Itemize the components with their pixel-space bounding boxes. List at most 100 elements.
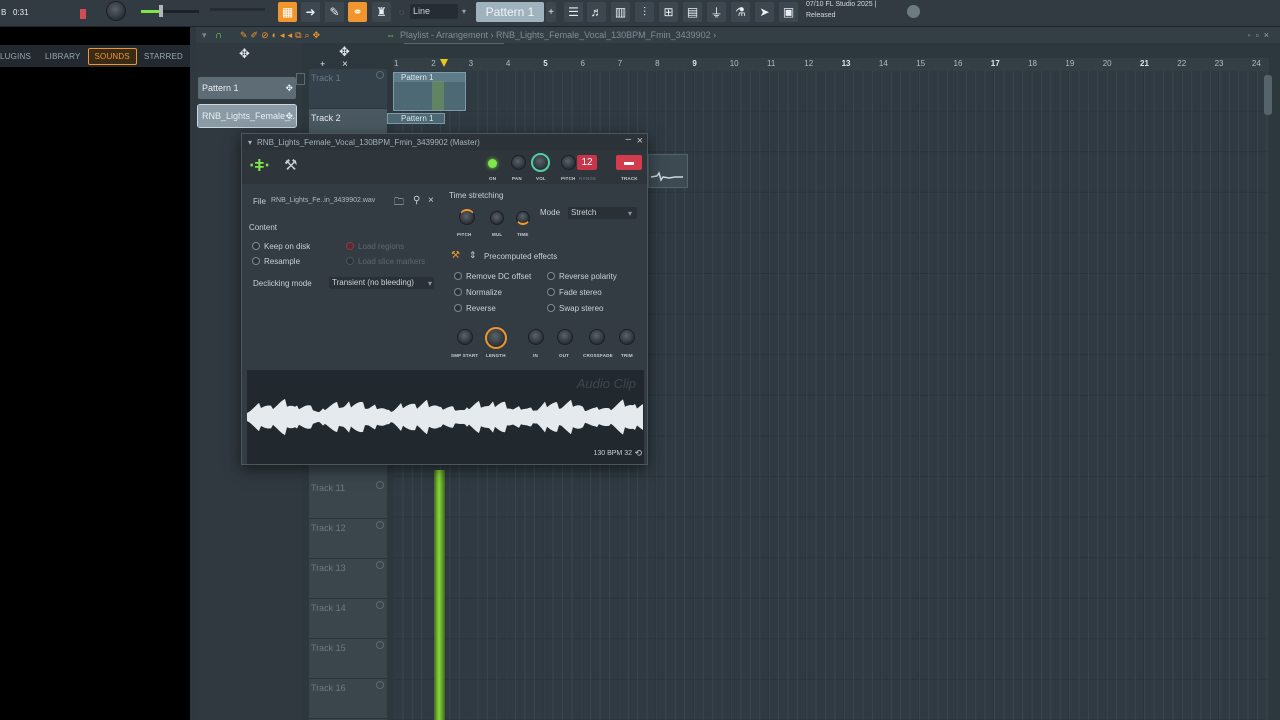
mode-select[interactable]: Stretch [568,207,637,219]
ts-time-knob[interactable] [516,211,530,225]
reverse-polarity-radio[interactable] [547,272,555,280]
pattern-clip[interactable]: Pattern 1 [393,72,466,111]
smp-start-knob[interactable] [457,329,473,345]
folder-icon[interactable]: 🗀 [394,195,404,212]
ruler-bar-number: 3 [468,59,474,68]
pin-icon[interactable]: ⚲ [413,195,420,206]
waveform [247,398,643,436]
link-icon[interactable]: ⚭ [348,2,367,22]
piano-icon[interactable]: ▦ [278,2,297,22]
volume-knob[interactable] [531,153,550,172]
load-regions-radio[interactable] [346,242,354,250]
tab-library[interactable]: LIBRARY [38,52,88,61]
tempo-icon[interactable]: ⚗ [731,2,750,22]
master-volume-knob[interactable] [106,1,126,21]
stamp-icon[interactable]: ♜ [372,2,391,22]
track-header[interactable]: Track 13 [309,559,387,599]
online-icon[interactable] [907,5,920,18]
tools-icons[interactable]: ✎✐⊘◐◂◂⧉⌕✥ [240,30,323,41]
add-icon[interactable]: + [320,59,325,69]
minimize-icon[interactable]: – [625,134,631,145]
arrow-down-icon[interactable]: ▾ [202,30,207,41]
window-controls[interactable]: ◦▫× [1247,30,1274,40]
ts-mul-knob[interactable] [490,211,504,225]
arrow-icon[interactable]: ➤ [755,2,774,22]
playlist-titlebar: ▾ ∩ ✎✐⊘◐◂◂⧉⌕✥ ⇔ Playlist - Arrangement ›… [196,27,1280,43]
vertical-scrollbar[interactable] [1264,75,1272,115]
arrows-icon[interactable]: ⇕ [469,250,477,261]
plugin-icon[interactable]: ⏚ [707,2,726,22]
mixer-icon[interactable]: ⫶ [635,2,654,22]
track-header[interactable]: Track 12 [309,519,387,559]
tab-plugins[interactable]: LUGINS [0,52,38,61]
menu-arrow-icon[interactable]: ▾ [248,138,252,147]
remove-dc-radio[interactable] [454,272,462,280]
pitch-label: PITCH [561,176,576,181]
close-icon[interactable]: × [637,135,643,147]
pattern-clip-2[interactable]: Pattern 1 [387,113,445,124]
track-header[interactable]: Track 11 [309,479,387,519]
snap-select[interactable]: Line [410,4,458,19]
tab-sounds[interactable]: SOUNDS [87,47,137,65]
normalize-radio[interactable] [454,288,462,296]
move-icon-2[interactable]: ✥ [339,44,350,60]
declicking-select[interactable]: Transient (no bleeding) [329,277,434,289]
play-arrow-icon[interactable]: ➜ [301,2,320,22]
load-slice-radio[interactable] [346,257,354,265]
ruler-bar-number: 1 [394,59,399,68]
mode-arrow-icon: ▾ [628,209,633,218]
crossfade-knob[interactable] [589,329,605,345]
audio-clip[interactable] [648,154,688,188]
pattern-selector[interactable]: Pattern 1 [476,2,544,22]
file-icon[interactable]: ▤ [683,2,702,22]
file-name[interactable]: RNB_Lights_Fe..in_3439902.wav [271,197,375,204]
draw-icon[interactable]: ✎ [325,2,344,22]
move-icon[interactable]: ✥ [239,46,250,62]
ts-pitch-knob[interactable] [459,209,475,225]
length-knob[interactable] [485,327,507,349]
loop-icon[interactable]: ⟲ [634,448,642,459]
select-arrow-icon: ▾ [428,279,433,288]
tab-starred[interactable]: STARRED [137,52,190,61]
in-knob[interactable] [528,329,544,345]
pitch-knob[interactable] [561,155,576,170]
fade-stereo-radio[interactable] [547,288,555,296]
piano-roll-icon[interactable]: ♬ [587,2,606,22]
wrench-icon[interactable]: ⚒ [284,156,297,174]
timeline-ruler[interactable]: 1 2 3 4 5 6 7 8 9 10 11 12 13 14 15 16 17 18 19 20 21 22 23 24 [393,58,1269,71]
scroll-marker[interactable] [404,43,504,53]
reverse-radio[interactable] [454,304,462,312]
keep-on-disk-radio[interactable] [252,242,260,250]
track-header[interactable]: Track 16 [309,679,387,719]
window-titlebar[interactable]: ▾ RNB_Lights_Female_Vocal_130BPM_Fmin_34… [242,134,647,150]
remove-file-icon[interactable]: × [428,195,434,206]
wrench-orange-icon[interactable]: ⚒ [451,250,460,261]
pattern-add-icon[interactable]: + [546,2,556,22]
snap-arrow-icon: ▾ [462,7,467,16]
recent-icon[interactable]: ▣ [779,2,798,22]
waveform-tab-icon[interactable]: ⋅ǂ⋅ [249,156,270,176]
pattern-item-audio[interactable]: RNB_Lights_Female_... ✥ [197,104,298,128]
range-value[interactable]: 12 [577,155,597,170]
magnet-icon[interactable]: ∩ [215,30,222,41]
track-header[interactable]: Track 14 [309,599,387,639]
time-prefix: B [1,8,7,17]
channel-rack-icon[interactable]: ▥ [611,2,630,22]
waveform-display[interactable]: Audio Clip 130 BPM 32 ⟲ [247,370,644,464]
resample-radio[interactable] [252,257,260,265]
track-button[interactable]: ▬ [616,155,642,170]
on-led[interactable] [488,159,497,168]
trim-knob[interactable] [619,329,635,345]
picker-scroll[interactable] [296,73,305,85]
track-header[interactable]: Track 1 [309,69,387,109]
playlist-icon[interactable]: ☰ [564,2,583,22]
ruler-bar-number: 8 [655,59,660,68]
out-knob[interactable] [557,329,573,345]
track-header[interactable]: Track 15 [309,639,387,679]
master-pitch-slider[interactable] [141,5,199,17]
browser-icon[interactable]: ⊞ [659,2,678,22]
swap-stereo-radio[interactable] [547,304,555,312]
ruler-bar-number: 10 [729,59,739,68]
pattern-item[interactable]: Pattern 1 ✥ [198,77,296,99]
pan-knob[interactable] [511,155,526,170]
